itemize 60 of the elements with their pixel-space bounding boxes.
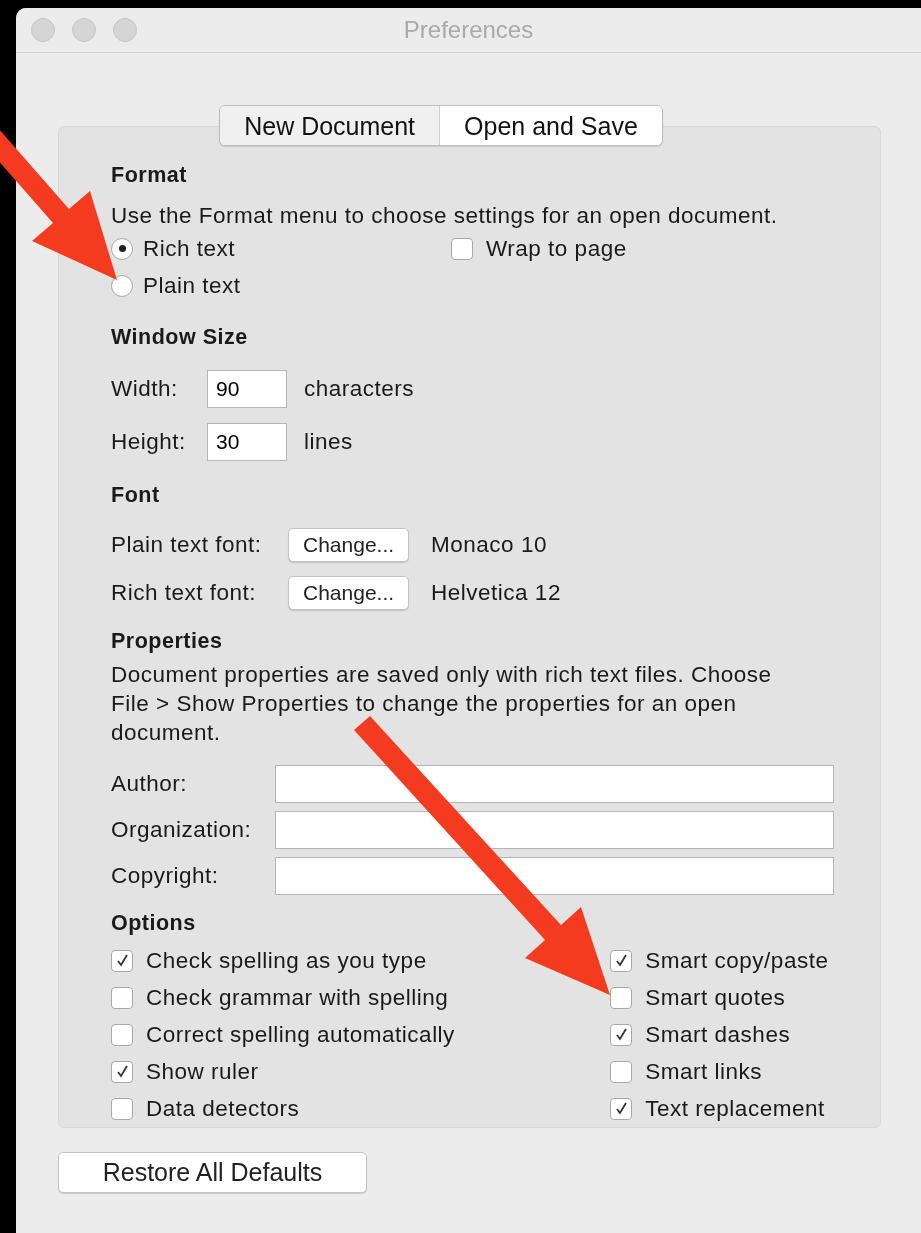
change-button[interactable]: Change... (288, 527, 410, 562)
field-label: Organization: (111, 816, 253, 843)
description-text: Document properties are saved only with rich text files. Choose File > Show Properties to change the properties for an open document. (111, 660, 773, 747)
checkbox-label: Wrap to page (486, 235, 627, 262)
checkbox[interactable] (610, 1023, 633, 1046)
checkmark-icon (614, 954, 628, 967)
tab[interactable]: Open and Save (440, 106, 662, 145)
text-field[interactable] (275, 810, 834, 849)
checkbox-label: Smart dashes (645, 1021, 791, 1048)
checkbox-label: Data detectors (146, 1095, 300, 1122)
checkbox-label: Smart quotes (645, 984, 786, 1011)
font-name: Monaco 10 (431, 531, 547, 558)
section-heading: Options (111, 911, 197, 936)
font-name: Helvetica 12 (431, 579, 561, 606)
description-text: Use the Format menu to choose settings for an open document. (111, 202, 779, 230)
checkbox-label: Text replacement (645, 1095, 825, 1122)
field-label: Rich text font: (111, 579, 258, 606)
change-button[interactable]: Change... (288, 575, 410, 610)
checkbox[interactable] (111, 1023, 133, 1046)
number-field[interactable]: 90 (207, 370, 287, 409)
checkbox[interactable] (111, 949, 133, 972)
section-heading: Font (111, 482, 161, 508)
radio-label: Rich text (143, 235, 236, 262)
field-label: Width: (111, 376, 179, 403)
checkbox-label: Smart links (645, 1058, 763, 1085)
checkbox[interactable] (111, 986, 133, 1009)
checkbox[interactable] (610, 1097, 633, 1120)
text-field[interactable] (275, 857, 834, 896)
checkmark-icon (115, 1065, 129, 1078)
radio-label: Plain text (143, 272, 241, 299)
checkbox[interactable] (451, 237, 473, 260)
section-heading: Format (111, 163, 188, 188)
checkbox-label: Check grammar with spelling (146, 984, 449, 1011)
field-label: Author: (111, 770, 189, 797)
checkbox[interactable] (111, 1097, 133, 1120)
radio-button[interactable] (111, 237, 133, 260)
section-heading: Window Size (111, 324, 249, 350)
checkbox-label: Check spelling as you type (146, 947, 427, 974)
field-label: Height: (111, 429, 187, 456)
checkmark-icon (115, 954, 129, 967)
checkmark-icon (614, 1102, 628, 1115)
section-heading: Properties (111, 628, 224, 654)
field-label: Plain text font: (111, 531, 263, 558)
radio-button[interactable] (111, 274, 133, 297)
checkbox[interactable] (610, 949, 633, 972)
checkbox[interactable] (610, 986, 633, 1009)
checkbox-label: Correct spelling automatically (146, 1021, 455, 1048)
checkmark-icon (614, 1028, 628, 1041)
checkbox[interactable] (610, 1060, 633, 1083)
restore-defaults-button[interactable]: Restore All Defaults (58, 1152, 367, 1193)
checkbox-label: Smart copy/paste (645, 947, 829, 974)
checkbox-label: Show ruler (146, 1058, 259, 1085)
text-field[interactable] (275, 764, 834, 803)
unit-label: lines (304, 429, 353, 456)
number-field[interactable]: 30 (207, 423, 287, 462)
unit-label: characters (304, 376, 415, 403)
field-label: Copyright: (111, 863, 220, 890)
tab[interactable]: New Document (220, 106, 441, 145)
window-title: Preferences (403, 16, 534, 43)
checkbox[interactable] (111, 1060, 133, 1083)
